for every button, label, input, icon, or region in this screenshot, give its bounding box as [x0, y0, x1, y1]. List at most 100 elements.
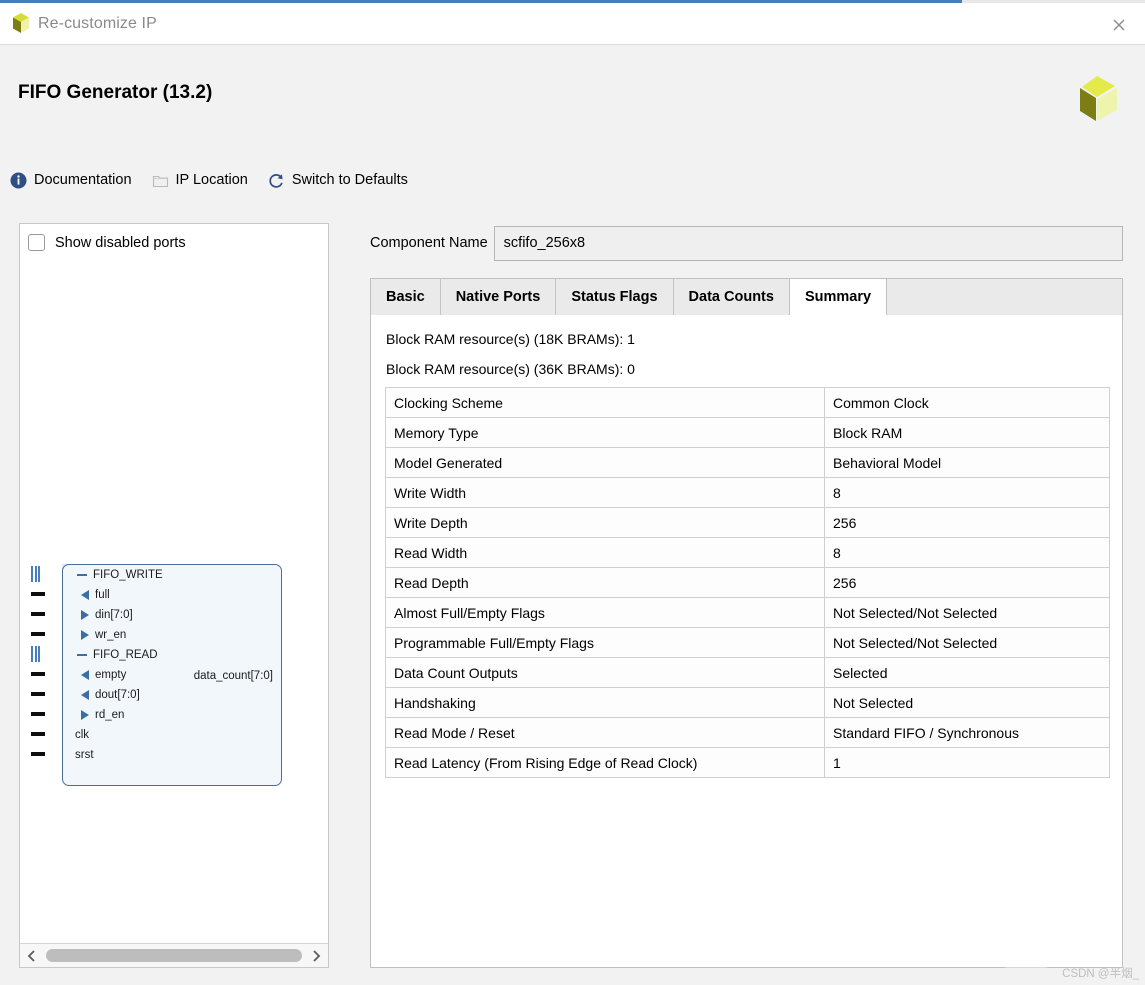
symbol-port-row: srst	[75, 745, 94, 765]
port-stub-bus	[31, 646, 40, 662]
arrow-left-icon	[81, 690, 89, 700]
summary-key: Read Mode / Reset	[385, 717, 825, 748]
port-label: din[7:0]	[95, 609, 133, 621]
switch-to-defaults-link[interactable]: Switch to Defaults	[268, 172, 408, 189]
port-label: full	[95, 589, 110, 601]
scrollbar-track[interactable]	[44, 945, 304, 967]
port-stub	[31, 672, 45, 676]
summary-key: Read Depth	[385, 567, 825, 598]
port-label: FIFO_WRITE	[93, 569, 163, 581]
xilinx-logo-icon	[10, 12, 32, 36]
page-title: FIFO Generator (13.2)	[18, 82, 213, 103]
port-stub	[31, 752, 45, 756]
watermark-rule	[1005, 967, 1047, 968]
table-row: Write Width 8	[385, 477, 1110, 508]
port-label: dout[7:0]	[95, 689, 140, 701]
component-name-input[interactable]	[493, 225, 1123, 261]
summary-value: Behavioral Model	[824, 447, 1110, 478]
component-name-label: Component Name	[370, 235, 488, 251]
ip-location-label: IP Location	[175, 172, 248, 188]
arrow-right-icon	[81, 630, 89, 640]
port-stub	[31, 612, 45, 616]
summary-value: Not Selected/Not Selected	[824, 627, 1110, 658]
arrow-left-icon	[81, 590, 89, 600]
summary-key: Handshaking	[385, 687, 825, 718]
documentation-link[interactable]: Documentation	[10, 172, 132, 189]
symbol-horizontal-scrollbar[interactable]	[20, 943, 328, 967]
table-row: Memory Type Block RAM	[385, 417, 1110, 448]
tab-native-ports[interactable]: Native Ports	[440, 279, 557, 315]
port-stub	[31, 692, 45, 696]
port-stub	[31, 592, 45, 596]
symbol-canvas[interactable]: FIFO_WRITE full din[7:0] wr_en FIFO_READ	[20, 224, 330, 936]
table-row: Data Count Outputs Selected	[385, 657, 1110, 688]
table-row: Programmable Full/Empty Flags Not Select…	[385, 627, 1110, 658]
scrollbar-thumb[interactable]	[46, 949, 302, 962]
chevron-right-icon[interactable]	[304, 945, 328, 967]
symbol-port-row: FIFO_READ	[77, 645, 158, 665]
chevron-left-icon[interactable]	[20, 945, 44, 967]
arrow-left-icon	[81, 670, 89, 680]
watermark: CSDN @半烟_	[1062, 968, 1139, 980]
titlebar: Re-customize IP	[0, 3, 1145, 45]
summary-value: Selected	[824, 657, 1110, 688]
ip-location-link[interactable]: IP Location	[152, 172, 248, 189]
arrow-right-icon	[81, 710, 89, 720]
port-label-output: data_count[7:0]	[193, 670, 273, 682]
table-row: Write Depth 256	[385, 507, 1110, 538]
fifo-symbol-block[interactable]: FIFO_WRITE full din[7:0] wr_en FIFO_READ	[62, 564, 282, 786]
summary-key: Memory Type	[385, 417, 825, 448]
tab-summary[interactable]: Summary	[789, 279, 888, 315]
port-stub	[31, 632, 45, 636]
symbol-port-row: clk	[75, 725, 89, 745]
dialog-header: FIFO Generator (13.2) Documentation IP L…	[0, 46, 1145, 196]
summary-key: Programmable Full/Empty Flags	[385, 627, 825, 658]
summary-key: Write Depth	[385, 507, 825, 538]
table-row: Almost Full/Empty Flags Not Selected/Not…	[385, 597, 1110, 628]
summary-tab-panel: Block RAM resource(s) (18K BRAMs): 1 Blo…	[370, 315, 1123, 968]
summary-value: 8	[824, 477, 1110, 508]
ip-customize-window: Re-customize IP FIFO Generator (13.2) Do…	[0, 0, 1145, 985]
group-dash-icon	[77, 574, 87, 576]
summary-key: Write Width	[385, 477, 825, 508]
bram-36k-text: Block RAM resource(s) (36K BRAMs): 0	[386, 361, 635, 377]
summary-key: Data Count Outputs	[385, 657, 825, 688]
summary-value: Block RAM	[824, 417, 1110, 448]
port-label: srst	[75, 749, 94, 761]
bram-18k-text: Block RAM resource(s) (18K BRAMs): 1	[386, 331, 635, 347]
port-stub	[31, 712, 45, 716]
arrow-right-icon	[81, 610, 89, 620]
summary-key: Read Latency (From Rising Edge of Read C…	[385, 747, 825, 778]
port-label: rd_en	[95, 709, 125, 721]
switch-to-defaults-label: Switch to Defaults	[291, 172, 408, 188]
tabstrip-filler	[887, 279, 1122, 315]
port-label: clk	[75, 729, 90, 741]
tab-basic[interactable]: Basic	[371, 279, 441, 315]
refresh-icon	[268, 172, 285, 189]
folder-icon	[152, 172, 169, 189]
summary-value: 256	[824, 507, 1110, 538]
tab-data-counts[interactable]: Data Counts	[673, 279, 790, 315]
summary-value: Not Selected	[824, 687, 1110, 718]
symbol-port-row: wr_en	[81, 625, 126, 645]
symbol-port-row: full	[81, 585, 110, 605]
symbol-port-row: din[7:0]	[81, 605, 133, 625]
config-panel: Component Name Basic Native Ports Status…	[370, 223, 1125, 968]
summary-value: Not Selected/Not Selected	[824, 597, 1110, 628]
info-icon	[10, 172, 27, 189]
table-row: Read Latency (From Rising Edge of Read C…	[385, 747, 1110, 778]
close-icon[interactable]	[1101, 9, 1137, 41]
tab-status-flags[interactable]: Status Flags	[556, 279, 674, 315]
xilinx-logo-icon	[1069, 73, 1123, 127]
summary-value: 8	[824, 537, 1110, 568]
port-label: wr_en	[95, 629, 127, 641]
symbol-port-row: dout[7:0]	[81, 685, 140, 705]
port-label: FIFO_READ	[93, 649, 158, 661]
summary-key: Almost Full/Empty Flags	[385, 597, 825, 628]
window-title: Re-customize IP	[38, 15, 157, 32]
ip-symbol-panel: Show disabled ports FIFO_WRITE full din[…	[19, 223, 329, 968]
table-row: Handshaking Not Selected	[385, 687, 1110, 718]
table-row: Read Mode / Reset Standard FIFO / Synchr…	[385, 717, 1110, 748]
summary-value: Standard FIFO / Synchronous	[824, 717, 1110, 748]
summary-key: Model Generated	[385, 447, 825, 478]
